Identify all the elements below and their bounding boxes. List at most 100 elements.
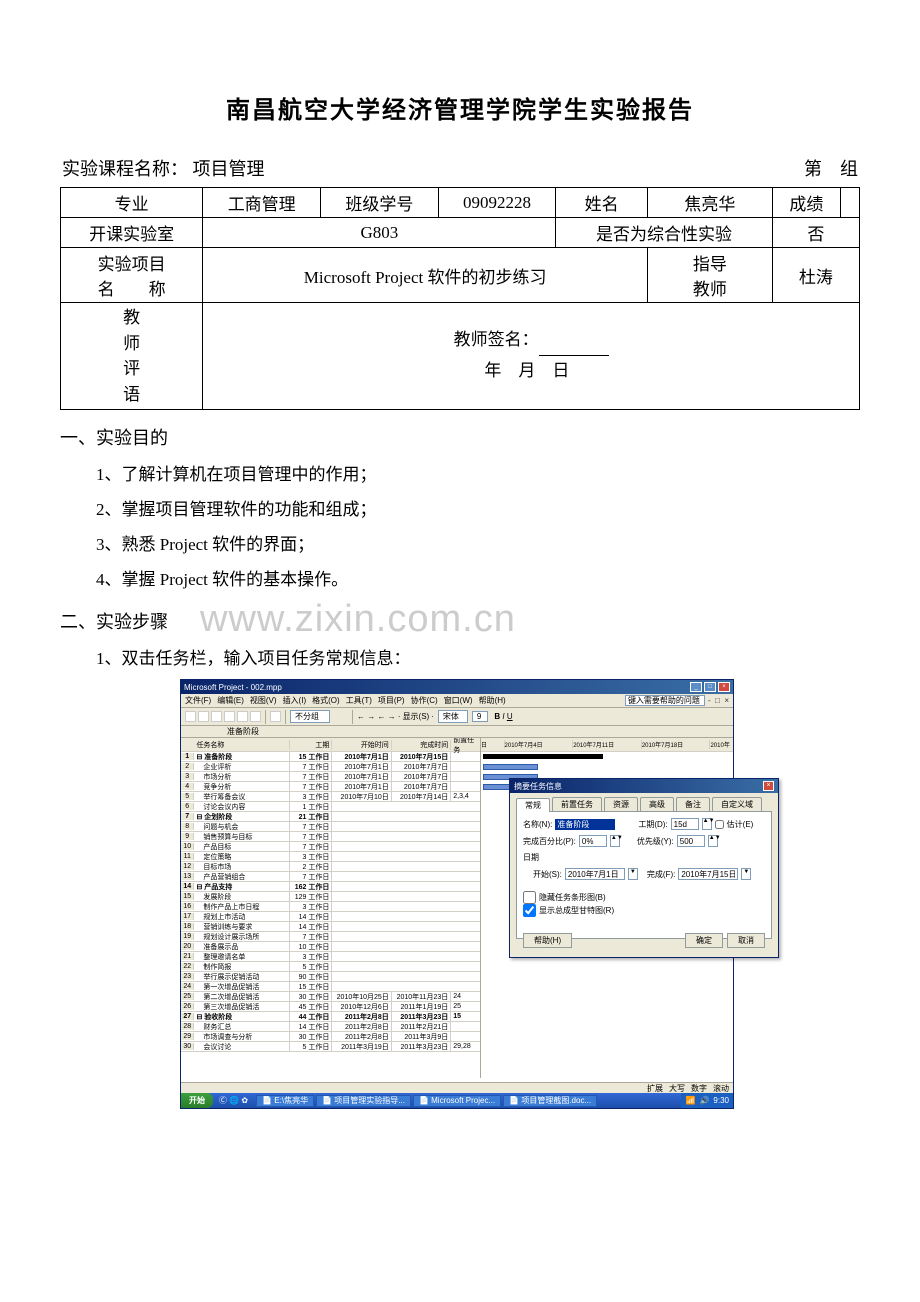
task-table[interactable]: 任务名称 工期 开始时间 完成时间 前置任务 1⊟ 准备阶段15 工作日2010…: [181, 738, 481, 1078]
dlg-name-input[interactable]: 准备阶段: [555, 819, 615, 830]
print-icon[interactable]: [224, 711, 235, 722]
group-dropdown[interactable]: 不分组: [290, 710, 330, 723]
table-row[interactable]: 23 举行展示促销活动90 工作日: [181, 972, 480, 982]
menu-item[interactable]: 协作(C): [411, 695, 438, 706]
dialog-close-icon[interactable]: ×: [763, 781, 774, 791]
link-icon[interactable]: [270, 711, 281, 722]
table-row[interactable]: 17 规划上市活动14 工作日: [181, 912, 480, 922]
menu-item[interactable]: 文件(F): [185, 695, 211, 706]
help-search-input[interactable]: [625, 695, 705, 706]
chevron-down-icon[interactable]: ▼: [741, 868, 751, 880]
start-button[interactable]: 开始: [181, 1093, 213, 1108]
table-row[interactable]: 12 目标市场2 工作日: [181, 862, 480, 872]
table-row[interactable]: 29 市场调查与分析30 工作日2011年2月8日2011年3月9日: [181, 1032, 480, 1042]
dlg-start-input[interactable]: [565, 868, 625, 880]
menu-item[interactable]: 项目(P): [378, 695, 405, 706]
dlg-estimated-label: 估计(E): [727, 819, 754, 830]
menu-item[interactable]: 视图(V): [250, 695, 277, 706]
gantt-chart[interactable]: 日 2010年7月4日 2010年7月11日 2010年7月18日 2010年: [481, 738, 733, 1078]
table-row[interactable]: 19 规划设计展示场所7 工作日: [181, 932, 480, 942]
doc-close-icon[interactable]: - □ ×: [708, 696, 729, 705]
menu-item[interactable]: 格式(O): [312, 695, 340, 706]
table-row[interactable]: 11 定位策略3 工作日: [181, 852, 480, 862]
fontsize-dropdown[interactable]: 9: [472, 711, 488, 722]
table-row[interactable]: 18 营销训练与要求14 工作日: [181, 922, 480, 932]
table-row[interactable]: 5 举行筹备会议3 工作日2010年7月10日2010年7月14日2,3,4: [181, 792, 480, 802]
course-name: 项目管理: [193, 159, 265, 179]
table-row[interactable]: 24 第一次增品促销活15 工作日: [181, 982, 480, 992]
taskbar-item[interactable]: 📄 项目管理实验指导...: [316, 1095, 411, 1107]
dlg-help-button[interactable]: 帮助(H): [523, 933, 572, 948]
system-tray[interactable]: 📶 🔊 9:30: [681, 1093, 733, 1108]
dlg-priority-input[interactable]: [677, 835, 705, 847]
table-row[interactable]: 14⊟ 产品支持162 工作日: [181, 882, 480, 892]
table-row[interactable]: 25 第二次增品促销活30 工作日2010年10月25日2010年11月23日2…: [181, 992, 480, 1002]
ms-project-window: Microsoft Project - 002.mpp _ □ × 文件(F) 编…: [180, 679, 734, 1109]
close-icon[interactable]: ×: [718, 682, 730, 692]
table-row[interactable]: 10 产品目标7 工作日: [181, 842, 480, 852]
s1-item-4: 4、掌握 Project 软件的基本操作。: [96, 565, 860, 590]
summary-task-dialog: 摘要任务信息 × 常规前置任务资源高级备注自定义域 名称(N): 准备阶段 工期…: [509, 778, 779, 958]
dialog-tab[interactable]: 高级: [640, 797, 674, 811]
document-title: 南昌航空大学经济管理学院学生实验报告: [60, 90, 860, 125]
minimize-icon[interactable]: _: [690, 682, 702, 692]
dlg-cancel-button[interactable]: 取消: [727, 933, 765, 948]
table-row[interactable]: 26 第三次增品促销活45 工作日2010年12月6日2011年1月19日25: [181, 1002, 480, 1012]
dialog-titlebar[interactable]: 摘要任务信息 ×: [510, 779, 778, 793]
undo-icon[interactable]: [250, 711, 261, 722]
table-row[interactable]: 6 讨论会议内容1 工作日: [181, 802, 480, 812]
dlg-end-input[interactable]: [678, 868, 738, 880]
new-icon[interactable]: [185, 711, 196, 722]
menu-item[interactable]: 工具(T): [346, 695, 372, 706]
dlg-duration-input[interactable]: [671, 818, 699, 830]
dialog-tab[interactable]: 前置任务: [552, 797, 602, 811]
display-dropdown[interactable]: 显示(S): [403, 711, 430, 722]
dialog-tab[interactable]: 自定义域: [712, 797, 762, 811]
dialog-tab[interactable]: 常规: [516, 798, 550, 812]
table-row[interactable]: 21 整理邀请名单3 工作日: [181, 952, 480, 962]
table-row[interactable]: 22 制作简报5 工作日: [181, 962, 480, 972]
table-row[interactable]: 15 发展阶段129 工作日: [181, 892, 480, 902]
taskbar-item[interactable]: 📄 E:\焦亮华: [256, 1095, 314, 1107]
menu-item[interactable]: 窗口(W): [444, 695, 473, 706]
table-row[interactable]: 27⊟ 验收阶段44 工作日2011年2月8日2011年3月23日15: [181, 1012, 480, 1022]
table-row[interactable]: 9 销售预算与目标7 工作日: [181, 832, 480, 842]
evaluation-label: 教师评语: [61, 303, 203, 410]
save-icon[interactable]: [211, 711, 222, 722]
window-titlebar[interactable]: Microsoft Project - 002.mpp _ □ ×: [181, 680, 733, 694]
table-row[interactable]: 8 问题与机会7 工作日: [181, 822, 480, 832]
table-row[interactable]: 2 企业评析7 工作日2010年7月1日2010年7月7日: [181, 762, 480, 772]
table-row[interactable]: 7⊟ 企划阶段21 工作日: [181, 812, 480, 822]
gantt-area: 任务名称 工期 开始时间 完成时间 前置任务 1⊟ 准备阶段15 工作日2010…: [181, 738, 733, 1078]
table-row[interactable]: 16 制作产品上市日程3 工作日: [181, 902, 480, 912]
menu-item[interactable]: 插入(I): [283, 695, 307, 706]
dlg-priority-label: 优先级(Y):: [637, 836, 674, 847]
open-icon[interactable]: [198, 711, 209, 722]
dlg-hidebar-checkbox[interactable]: [523, 891, 536, 904]
menu-item[interactable]: 帮助(H): [479, 695, 506, 706]
taskbar-item[interactable]: 📄 Microsoft Projec...: [413, 1095, 501, 1107]
table-row[interactable]: 20 准备展示品10 工作日: [181, 942, 480, 952]
menu-item[interactable]: 编辑(E): [217, 695, 244, 706]
table-row[interactable]: 4 竞争分析7 工作日2010年7月1日2010年7月7日: [181, 782, 480, 792]
dlg-ok-button[interactable]: 确定: [685, 933, 723, 948]
dlg-rollup-checkbox[interactable]: [523, 904, 536, 917]
table-row[interactable]: 1⊟ 准备阶段15 工作日2010年7月1日2010年7月15日: [181, 752, 480, 762]
maximize-icon[interactable]: □: [704, 682, 716, 692]
table-row[interactable]: 13 产品营销组合7 工作日: [181, 872, 480, 882]
chevron-down-icon[interactable]: ▼: [628, 868, 638, 880]
preview-icon[interactable]: [237, 711, 248, 722]
windows-taskbar[interactable]: 开始 Ⓒ 🌐 ✿ 📄 E:\焦亮华📄 项目管理实验指导...📄 Microsof…: [181, 1093, 733, 1108]
font-dropdown[interactable]: 宋体: [438, 710, 468, 723]
table-row[interactable]: 3 市场分析7 工作日2010年7月1日2010年7月7日: [181, 772, 480, 782]
tray-icon[interactable]: 🔊: [699, 1096, 709, 1105]
table-row[interactable]: 30 会议讨论5 工作日2011年3月19日2011年3月23日29,28: [181, 1042, 480, 1052]
taskbar-item[interactable]: 📄 项目管理截图.doc...: [503, 1095, 597, 1107]
dlg-percent-input[interactable]: [579, 835, 607, 847]
tutor-label: 指导教师: [647, 248, 772, 303]
table-row[interactable]: 28 财务汇总14 工作日2011年2月8日2011年2月21日: [181, 1022, 480, 1032]
dlg-estimated-checkbox[interactable]: [715, 820, 724, 829]
tray-icon[interactable]: 📶: [685, 1096, 695, 1105]
dialog-tab[interactable]: 备注: [676, 797, 710, 811]
dialog-tab[interactable]: 资源: [604, 797, 638, 811]
